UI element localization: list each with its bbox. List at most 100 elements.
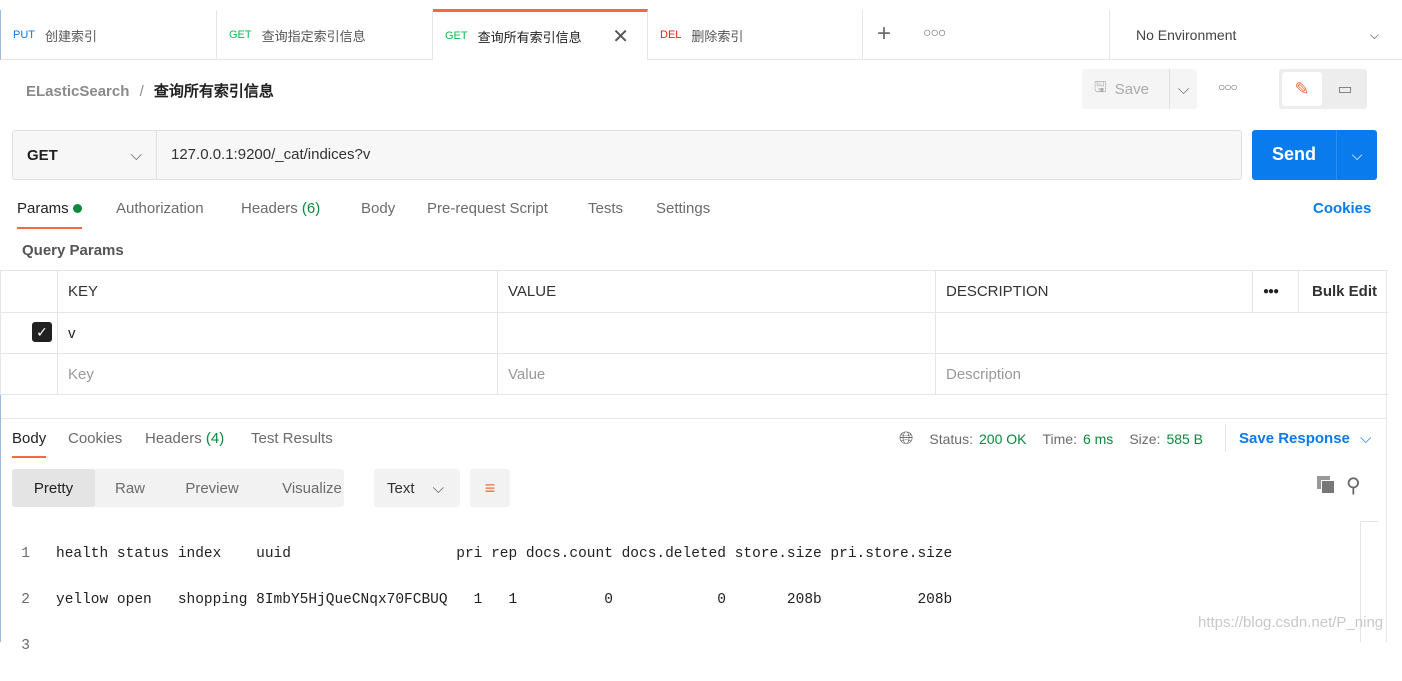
tab-body[interactable]: Body xyxy=(361,200,395,217)
view-raw[interactable]: Raw xyxy=(95,469,165,507)
line-text: health status index uuid pri rep docs.co… xyxy=(56,546,953,562)
tab-label: 查询指定索引信息 xyxy=(261,28,366,44)
method-select[interactable]: GET ⌵ xyxy=(13,131,157,179)
tab-tests[interactable]: Tests xyxy=(588,200,623,217)
format-value: Text xyxy=(387,479,415,497)
new-value-input[interactable]: Value xyxy=(498,354,936,394)
header-key: KEY xyxy=(58,271,498,312)
response-body: 1 health status index uuid pri rep docs.c… xyxy=(0,520,952,681)
tab-label: 创建索引 xyxy=(45,28,98,44)
comments-icon[interactable]: ▭ xyxy=(1325,72,1365,106)
save-icon: 🖫 xyxy=(1094,78,1107,96)
format-select[interactable]: Text ⌵ xyxy=(374,469,460,507)
search-icon[interactable]: ⚲ xyxy=(1346,473,1361,498)
params-active-dot xyxy=(72,204,82,213)
header-value: VALUE xyxy=(498,271,936,312)
close-icon[interactable]: ✕ xyxy=(612,24,629,49)
environment-select[interactable]: No Environment ⌵ xyxy=(1109,10,1402,60)
line-text: yellow open shopping 8ImbY5HjQueCNqx70FC… xyxy=(56,592,953,608)
response-tab-headers[interactable]: Headers (4) xyxy=(145,430,224,447)
params-table: KEY VALUE DESCRIPTION ●●● Bulk Edit ✓ v … xyxy=(0,270,1388,395)
line-number: 1 xyxy=(21,546,30,562)
tab-prerequest-script[interactable]: Pre-request Script xyxy=(427,200,548,217)
new-tab-plus-icon[interactable]: + xyxy=(877,20,891,48)
more-options-icon[interactable]: ○○○ xyxy=(1218,80,1238,94)
chevron-down-icon: ⌵ xyxy=(1360,430,1372,447)
breadcrumb: ELasticSearch / 查询所有索引信息 xyxy=(26,80,274,101)
divider xyxy=(0,418,1387,419)
breadcrumb-collection[interactable]: ELasticSearch xyxy=(26,83,129,100)
bulk-edit-button[interactable]: Bulk Edit xyxy=(1312,283,1377,300)
save-dropdown-chevron-icon[interactable]: ⌵ xyxy=(1169,69,1197,109)
breadcrumb-separator: / xyxy=(139,83,144,100)
tab-settings[interactable]: Settings xyxy=(656,200,710,217)
chevron-down-icon: ⌵ xyxy=(1369,27,1379,42)
new-key-input[interactable]: Key xyxy=(58,354,498,394)
edit-pencil-icon[interactable]: ✎ xyxy=(1282,72,1322,106)
size-label: Size: xyxy=(1129,430,1161,447)
save-response-label: Save Response xyxy=(1239,430,1350,447)
tab-label: 查询所有索引信息 xyxy=(477,29,582,45)
window-edge xyxy=(1386,395,1387,642)
size-value: 585 B xyxy=(1166,430,1204,447)
headers-count: (6) xyxy=(301,200,321,217)
wrap-lines-icon[interactable]: ≡ xyxy=(470,469,510,507)
code-line: 1 health status index uuid pri rep docs.c… xyxy=(0,543,952,566)
new-description-input[interactable]: Description xyxy=(936,354,1388,394)
tab-bar: PUT 创建索引 GET 查询指定索引信息 GET 查询所有索引信息 ✕ DEL 删除索引… xyxy=(0,9,1402,60)
query-params-title: Query Params xyxy=(22,242,124,259)
view-preview[interactable]: Preview xyxy=(167,469,257,507)
line-number: 2 xyxy=(21,592,30,608)
view-pretty[interactable]: Pretty xyxy=(12,469,95,507)
tab-put-create-index[interactable]: PUT 创建索引 xyxy=(1,10,217,60)
tab-label: Headers xyxy=(145,430,202,447)
globe-icon[interactable]: 🌐︎ xyxy=(899,428,913,449)
code-line: 3 xyxy=(0,635,952,658)
tab-label: Headers xyxy=(241,200,298,217)
response-tab-body[interactable]: Body xyxy=(12,430,47,458)
param-checkbox[interactable]: ✓ xyxy=(32,322,52,342)
save-response-button[interactable]: Save Response ⌵ xyxy=(1239,430,1371,447)
tab-get-index-info[interactable]: GET 查询指定索引信息 xyxy=(217,10,433,60)
param-key-input[interactable]: v xyxy=(58,313,498,353)
time-value: 6 ms xyxy=(1082,430,1114,447)
tab-del-index[interactable]: DEL 删除索引 xyxy=(648,10,863,60)
param-value-input[interactable] xyxy=(498,313,936,353)
save-button[interactable]: 🖫 Save ⌵ xyxy=(1082,69,1197,109)
response-tab-cookies[interactable]: Cookies xyxy=(68,430,122,447)
method-badge: GET xyxy=(445,30,468,42)
url-input[interactable]: 127.0.0.1:9200/_cat/indices?v xyxy=(171,146,370,163)
view-mode-group: Pretty Raw Preview Visualize xyxy=(12,469,344,507)
header-description: DESCRIPTION xyxy=(936,271,1253,312)
param-description-input[interactable] xyxy=(936,313,1388,353)
send-dropdown-chevron-icon[interactable]: ⌵ xyxy=(1336,130,1377,180)
view-visualize[interactable]: Visualize xyxy=(262,469,362,507)
chevron-down-icon: ⌵ xyxy=(432,479,444,497)
headers-count: (4) xyxy=(205,430,225,447)
table-more-icon[interactable]: ●●● xyxy=(1253,271,1299,312)
status-value: 200 OK xyxy=(979,430,1027,447)
code-line: 2 yellow open shopping 8ImbY5HjQueCNqx70F… xyxy=(0,589,952,612)
breadcrumb-request: 查询所有索引信息 xyxy=(153,83,274,100)
response-meta: 🌐︎ Status: 200 OK Time: 6 ms Size: 585 B xyxy=(899,428,1203,449)
line-number: 3 xyxy=(21,638,30,654)
method-badge: DEL xyxy=(660,29,682,41)
tab-headers[interactable]: Headers (6) xyxy=(241,200,320,217)
tab-label: Params xyxy=(17,200,69,217)
cookies-link[interactable]: Cookies xyxy=(1313,200,1371,217)
method-badge: GET xyxy=(229,29,252,41)
tab-authorization[interactable]: Authorization xyxy=(116,200,204,217)
send-button[interactable]: Send ⌵ xyxy=(1252,130,1377,180)
tab-label: 删除索引 xyxy=(691,28,744,44)
tab-get-all-indices[interactable]: GET 查询所有索引信息 ✕ xyxy=(433,9,648,60)
watermark: https://blog.csdn.net/P_ning xyxy=(1198,614,1384,631)
tab-params[interactable]: Params xyxy=(17,200,82,229)
more-tabs-icon[interactable]: ○○○ xyxy=(923,24,946,40)
send-label: Send xyxy=(1272,144,1317,164)
chevron-down-icon: ⌵ xyxy=(130,146,142,164)
method-value: GET xyxy=(27,146,58,164)
response-tab-test-results[interactable]: Test Results xyxy=(251,430,333,447)
status-label: Status: xyxy=(929,430,973,447)
copy-icon[interactable] xyxy=(1317,476,1335,494)
time-label: Time: xyxy=(1042,430,1077,447)
